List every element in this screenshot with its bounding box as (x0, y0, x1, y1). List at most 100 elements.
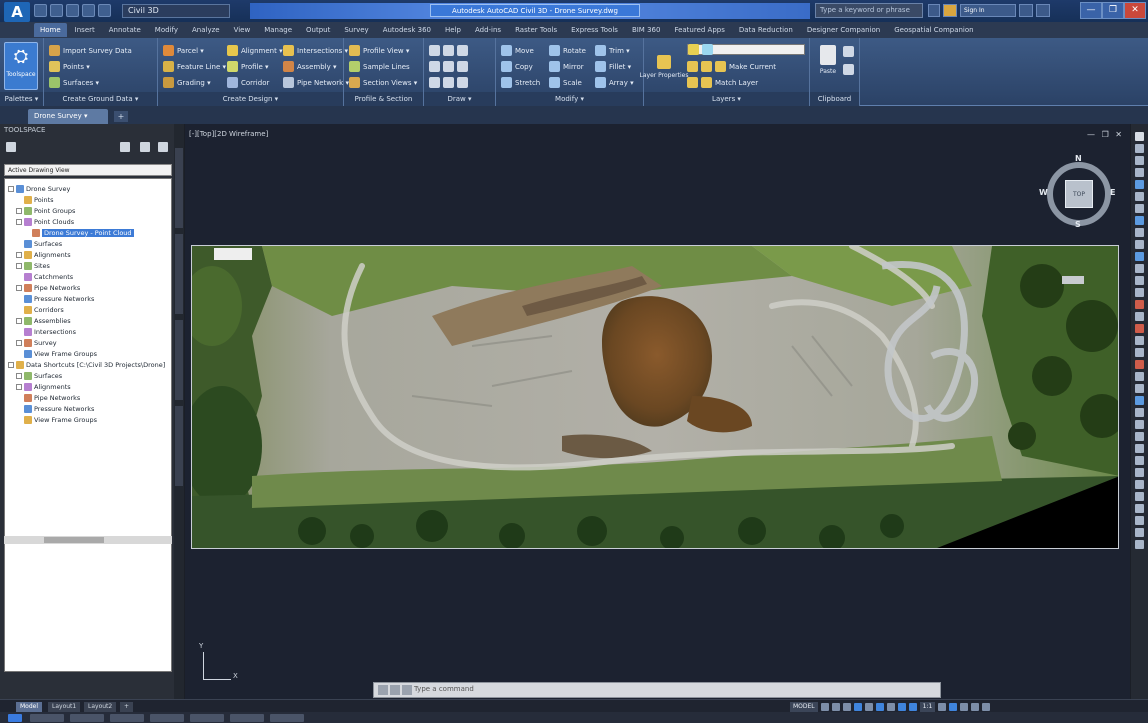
polar-icon[interactable] (853, 702, 862, 711)
tool-a-icon[interactable] (1135, 192, 1144, 201)
tool-o-icon[interactable] (1135, 360, 1144, 369)
tab-annotate[interactable]: Annotate (103, 23, 147, 37)
customization-icon[interactable] (982, 702, 991, 711)
close-button[interactable]: ✕ (1124, 2, 1146, 19)
tool-m-icon[interactable] (1135, 336, 1144, 345)
application-menu-button[interactable]: A (4, 2, 30, 22)
circle-tool[interactable] (429, 60, 468, 73)
tool-u-icon[interactable] (1135, 432, 1144, 441)
tool-z-icon[interactable] (1135, 492, 1144, 501)
tab-insert[interactable]: Insert (69, 23, 101, 37)
panel-palettes-label[interactable]: Palettes ▾ (0, 92, 43, 106)
pin-icon[interactable] (6, 142, 16, 152)
start-button-icon[interactable] (8, 714, 22, 722)
item-view-icon[interactable] (140, 142, 150, 152)
steering-wheel-icon[interactable] (1135, 132, 1144, 141)
tree-expander-icon[interactable] (16, 339, 22, 346)
workspace-switch-icon[interactable] (938, 702, 947, 711)
import-survey-data-button[interactable]: Import Survey Data (49, 44, 132, 57)
tab-modify[interactable]: Modify (149, 23, 184, 37)
tool-aa-icon[interactable] (1135, 504, 1144, 513)
tree-expander-icon[interactable] (16, 317, 22, 324)
layer-tools-row[interactable]: Make Current (687, 60, 776, 73)
tab-view[interactable]: View (228, 23, 257, 37)
save-icon[interactable] (66, 4, 79, 17)
sign-in-button[interactable]: Sign In (960, 4, 1016, 17)
tool-c-icon[interactable] (1135, 216, 1144, 225)
tool-n-icon[interactable] (1135, 348, 1144, 357)
tree-item[interactable]: Drone Survey - Point Cloud (24, 227, 134, 238)
new-icon[interactable] (34, 4, 47, 17)
panel-modify-label[interactable]: Modify ▾ (496, 92, 643, 106)
isolate-objects-icon[interactable] (949, 702, 958, 711)
profile-button[interactable]: Profile ▾ (227, 60, 269, 73)
tab-survey-side[interactable] (175, 320, 183, 400)
fillet-button[interactable]: Fillet ▾ (595, 60, 631, 73)
model-space-toggle[interactable]: MODEL (790, 701, 818, 712)
workspace-selector[interactable]: Civil 3D (122, 4, 230, 18)
paste-button[interactable]: Paste (817, 45, 839, 85)
tree-item[interactable]: Point Clouds (16, 216, 74, 227)
customize-command-line-icon[interactable] (390, 685, 400, 695)
drawing-area[interactable]: [-][Top][2D Wireframe] — ❐ ✕ TOP N S E W (185, 124, 1130, 711)
isodraft-icon[interactable] (864, 702, 873, 711)
tab-toolbox[interactable] (175, 406, 183, 486)
tree-item[interactable]: View Frame Groups (16, 348, 97, 359)
toolspace-options-icon[interactable] (158, 142, 168, 152)
intersections-button[interactable]: Intersections ▾ (283, 44, 348, 57)
compass-north[interactable]: N (1075, 154, 1082, 163)
panel-ground-data-label[interactable]: Create Ground Data ▾ (44, 92, 157, 106)
tab-survey[interactable]: Survey (338, 23, 374, 37)
taskbar-app-5[interactable] (190, 714, 224, 722)
tab-express-tools[interactable]: Express Tools (565, 23, 624, 37)
stretch-button[interactable]: Stretch (501, 76, 540, 89)
tree-item[interactable]: Data Shortcuts [C:\Civil 3D Projects\Dro… (8, 359, 165, 370)
showmotion-icon[interactable] (1135, 180, 1144, 189)
tree-expander-icon[interactable] (16, 372, 22, 379)
panel-profile-section-label[interactable]: Profile & Section Views (344, 92, 423, 117)
layout2-tab[interactable]: Layout2 (84, 702, 117, 712)
tree-expander-icon[interactable] (16, 262, 22, 269)
close-command-line-icon[interactable] (378, 685, 388, 695)
corridor-button[interactable]: Corridor (227, 76, 269, 89)
tool-s-icon[interactable] (1135, 408, 1144, 417)
alignment-button[interactable]: Alignment ▾ (227, 44, 283, 57)
tab-analyze[interactable]: Analyze (186, 23, 226, 37)
tool-r-icon[interactable] (1135, 396, 1144, 405)
tab-data-reduction[interactable]: Data Reduction (733, 23, 799, 37)
tree-item[interactable]: Corridors (16, 304, 64, 315)
tool-ad-icon[interactable] (1135, 540, 1144, 549)
viewport-controls[interactable]: [-][Top][2D Wireframe] (189, 130, 268, 138)
tool-q-icon[interactable] (1135, 384, 1144, 393)
taskbar-app-3[interactable] (110, 714, 144, 722)
tool-b-icon[interactable] (1135, 204, 1144, 213)
tree-item[interactable]: Assemblies (16, 315, 71, 326)
model-tab[interactable]: Model (16, 702, 43, 712)
tree-item[interactable]: Intersections (16, 326, 76, 337)
cut-button[interactable] (843, 45, 854, 58)
sync-icon[interactable] (120, 142, 130, 152)
tree-item[interactable]: Pressure Networks (16, 403, 94, 414)
grid-icon[interactable] (820, 702, 829, 711)
tab-designer-companion[interactable]: Designer Companion (801, 23, 886, 37)
plot-icon[interactable] (98, 4, 111, 17)
tree-item[interactable]: Alignments (16, 249, 71, 260)
clean-screen-icon[interactable] (971, 702, 980, 711)
viewcube[interactable]: TOP N S E W (1039, 154, 1117, 238)
zoom-extents-icon[interactable] (1135, 156, 1144, 165)
taskbar-app-2[interactable] (70, 714, 104, 722)
tree-item[interactable]: Surfaces (16, 238, 62, 249)
taskbar-app-7[interactable] (270, 714, 304, 722)
pan-icon[interactable] (1135, 144, 1144, 153)
tab-raster-tools[interactable]: Raster Tools (509, 23, 563, 37)
copy-button[interactable]: Copy (501, 60, 533, 73)
file-tab-drone-survey[interactable]: Drone Survey ▾ (28, 109, 108, 124)
pipe-network-button[interactable]: Pipe Network ▾ (283, 76, 349, 89)
tab-add-ins[interactable]: Add-ins (469, 23, 507, 37)
section-views-button[interactable]: Section Views ▾ (349, 76, 417, 89)
panel-layers-label[interactable]: Layers ▾ (644, 92, 809, 106)
tool-p-icon[interactable] (1135, 372, 1144, 381)
copy-clip-button[interactable] (843, 63, 854, 76)
transparency-icon[interactable] (897, 702, 906, 711)
tab-bim-360[interactable]: BIM 360 (626, 23, 667, 37)
